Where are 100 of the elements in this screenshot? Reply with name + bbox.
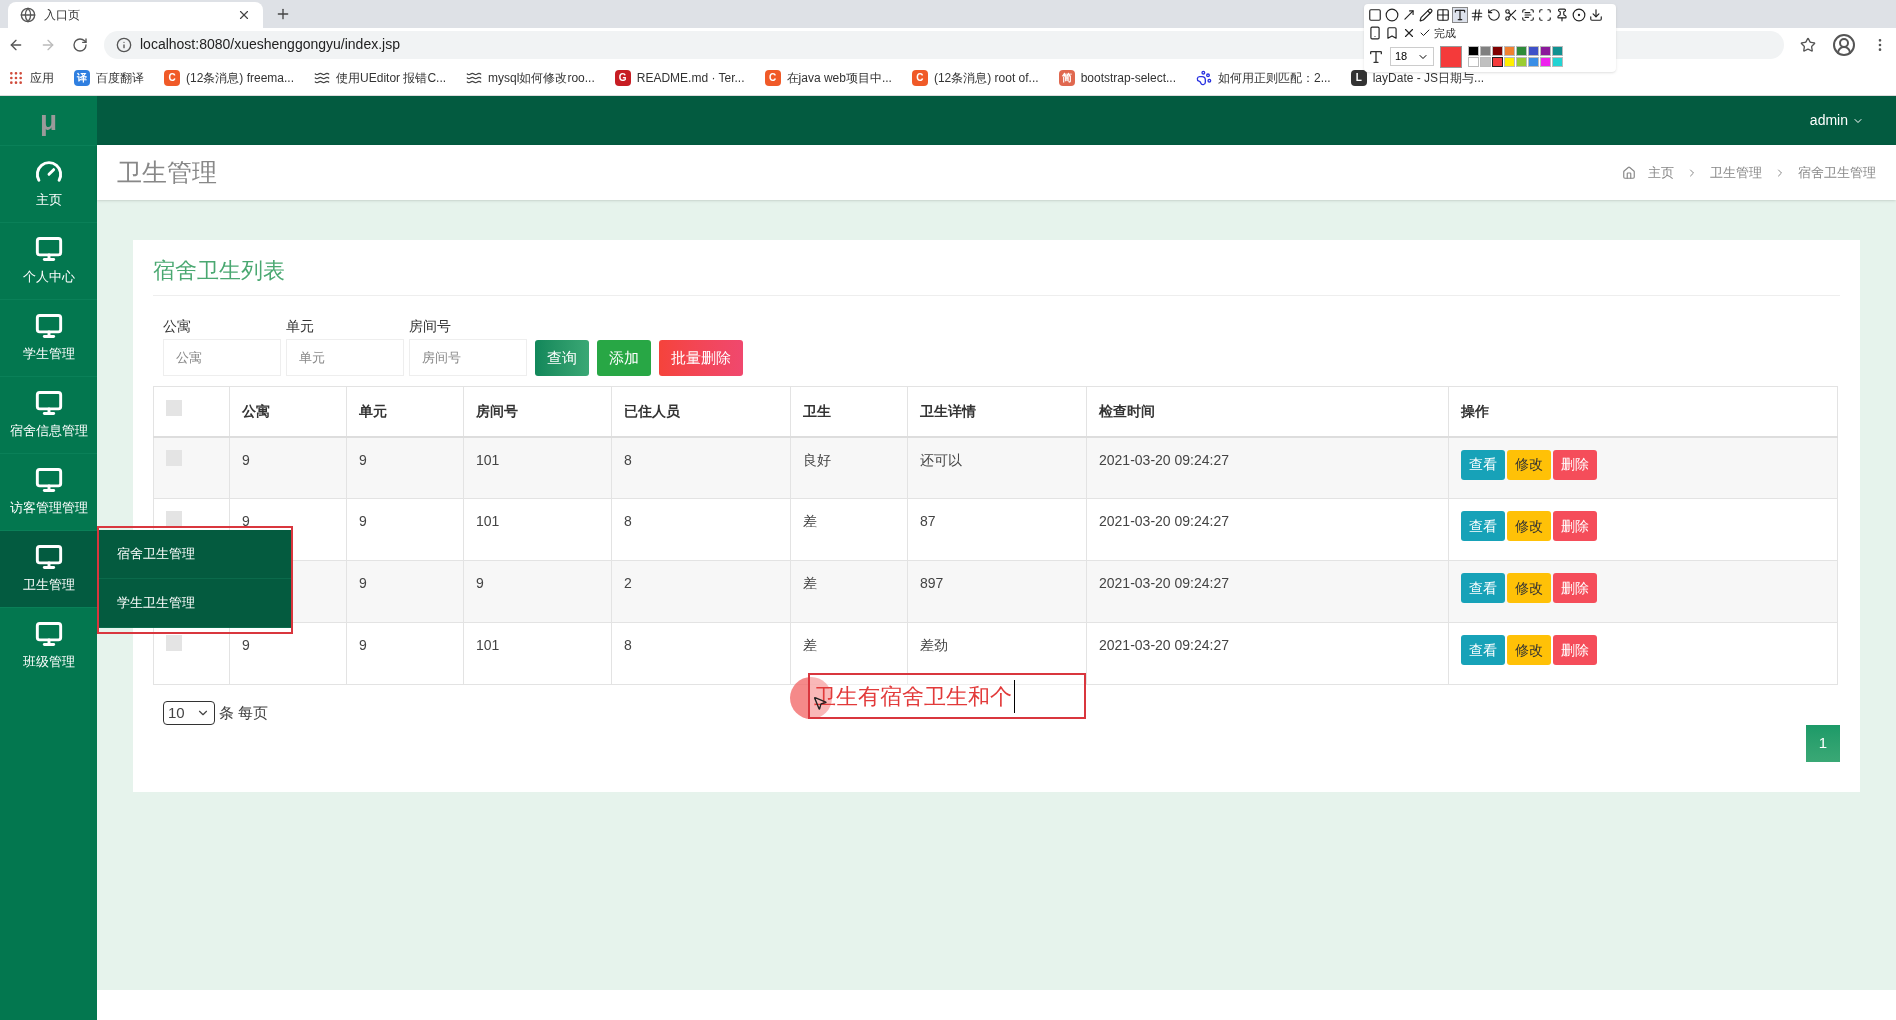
bookmark-link[interactable]: 在java web项目中... <box>786 69 892 87</box>
checkbox[interactable] <box>166 400 182 417</box>
color-swatch[interactable] <box>1468 57 1479 67</box>
table-cell: 101 <box>476 451 500 468</box>
table-cell: 9 <box>242 451 250 468</box>
column-header: 操作 <box>1461 402 1489 419</box>
column-header: 卫生详情 <box>920 402 976 419</box>
page-size-select[interactable]: 10 <box>163 701 215 725</box>
color-swatch[interactable] <box>1504 46 1515 56</box>
color-swatch[interactable] <box>1492 57 1503 67</box>
profile-icon[interactable] <box>1832 32 1856 57</box>
bookmark-link[interactable]: 百度翻译 <box>96 69 144 87</box>
new-tab-icon[interactable] <box>275 6 291 22</box>
reload-icon[interactable] <box>72 36 88 53</box>
logo: μ <box>39 103 58 138</box>
number-tool-icon[interactable] <box>1470 8 1484 22</box>
swirl-icon <box>466 70 483 86</box>
checkbox[interactable] <box>166 635 182 651</box>
font-size-icon <box>1368 48 1384 65</box>
breadcrumb-link[interactable]: 宿舍卫生管理 <box>1798 162 1876 183</box>
site-icon: G <box>614 70 631 86</box>
table-cell: 8 <box>624 451 632 468</box>
bookmark-link[interactable]: (12条消息) root of... <box>933 69 1039 87</box>
breadcrumb-link[interactable]: 卫生管理 <box>1710 162 1762 183</box>
color-swatch[interactable] <box>1480 46 1491 56</box>
color-swatch[interactable] <box>1540 46 1551 56</box>
table-cell: 9 <box>359 451 367 468</box>
site-icon: L <box>1350 70 1367 86</box>
mosaic-tool-icon[interactable] <box>1436 8 1450 22</box>
scan-tool-icon[interactable] <box>1538 8 1552 22</box>
color-swatch[interactable] <box>1492 46 1503 56</box>
checkbox[interactable] <box>166 511 182 527</box>
filter-input[interactable]: 房间号 <box>409 339 527 376</box>
filter-label: 公寓 <box>163 317 192 336</box>
font-size-select[interactable]: 18 <box>1390 47 1434 66</box>
circle-tool-icon[interactable] <box>1385 8 1399 22</box>
text-tool-icon[interactable] <box>1453 8 1467 22</box>
tab-title: 入口页 <box>44 7 81 24</box>
column-header: 卫生 <box>803 402 831 419</box>
table-cell: 2 <box>624 575 632 591</box>
close-icon[interactable] <box>237 8 251 22</box>
bookmark-tool-icon[interactable] <box>1385 26 1399 41</box>
bookmark-link[interactable]: 如何用正则匹配：2... <box>1218 69 1331 87</box>
info-icon <box>116 36 132 53</box>
rect-tool-icon[interactable] <box>1368 8 1382 22</box>
pen-tool-icon[interactable] <box>1419 8 1433 22</box>
column-header: 已住人员 <box>624 402 680 419</box>
bookmark-link[interactable]: 应用 <box>30 69 54 87</box>
table-cell: 9 <box>359 513 367 529</box>
bookmark-link[interactable]: bootstrap-select... <box>1080 69 1176 87</box>
browser-tab[interactable]: 入口页 <box>8 2 263 28</box>
color-swatch[interactable] <box>1516 46 1527 56</box>
bookmark-link[interactable]: README.md · Ter... <box>636 69 745 87</box>
download-tool-icon[interactable] <box>1589 8 1603 22</box>
edit-button[interactable]: 修改 <box>1507 573 1551 603</box>
color-swatch[interactable] <box>1552 46 1563 56</box>
bookmark-link[interactable]: mysql如何修改roo... <box>488 69 595 87</box>
cut-tool-icon[interactable] <box>1504 8 1518 22</box>
sidebar-item[interactable]: 卫生管理 <box>0 530 97 607</box>
color-swatch[interactable] <box>1504 57 1515 67</box>
delete-button[interactable]: 批量删除 <box>659 340 743 376</box>
color-swatch[interactable] <box>1528 57 1539 67</box>
edit-button[interactable]: 修改 <box>1507 511 1551 541</box>
color-swatch[interactable] <box>1516 57 1527 67</box>
monitor-icon <box>34 620 63 649</box>
user-menu[interactable]: admin <box>1809 110 1848 131</box>
globe-icon <box>20 7 36 23</box>
search-button[interactable]: 查询 <box>535 340 589 376</box>
monitor-icon <box>34 389 63 418</box>
table-cell: 差 <box>803 575 817 591</box>
bookmark-link[interactable]: 使用UEditor 报错C... <box>336 69 447 87</box>
card-title: 宿舍卫生列表 <box>153 258 285 283</box>
arrow-tool-icon[interactable] <box>1402 8 1416 22</box>
undo-tool-icon[interactable] <box>1487 8 1501 22</box>
table-cell: 还可以 <box>920 451 962 468</box>
breadcrumb-link[interactable]: 主页 <box>1648 162 1674 183</box>
table-cell: 差劲 <box>920 637 948 653</box>
pin-tool-icon[interactable] <box>1555 8 1569 22</box>
bookmark-link[interactable]: (12条消息) freema... <box>186 69 295 87</box>
star-icon[interactable] <box>1800 36 1816 53</box>
filter-input[interactable]: 单元 <box>286 339 404 376</box>
apps-grid-icon <box>8 70 24 86</box>
color-swatch[interactable] <box>1552 57 1563 67</box>
filter-label: 单元 <box>286 317 315 336</box>
color-swatch[interactable] <box>1540 57 1551 67</box>
edit-button[interactable]: 修改 <box>1507 635 1551 665</box>
page-title: 卫生管理 <box>117 156 217 188</box>
filter-input[interactable]: 公寓 <box>163 339 281 376</box>
color-swatch[interactable] <box>1528 46 1539 56</box>
table-cell: 9 <box>359 575 367 591</box>
record-tool-icon[interactable] <box>1572 8 1586 22</box>
color-swatch[interactable] <box>1468 46 1479 56</box>
phone-tool-icon[interactable] <box>1368 26 1382 41</box>
table-cell: 9 <box>476 575 484 591</box>
table-cell: 101 <box>476 637 500 653</box>
site-icon: C <box>764 70 781 86</box>
edit-button[interactable]: 修改 <box>1507 449 1551 480</box>
ocr-tool-icon[interactable] <box>1521 8 1535 22</box>
bookmark-link[interactable]: layDate - JS日期与... <box>1372 69 1485 87</box>
color-swatch[interactable] <box>1480 57 1491 67</box>
